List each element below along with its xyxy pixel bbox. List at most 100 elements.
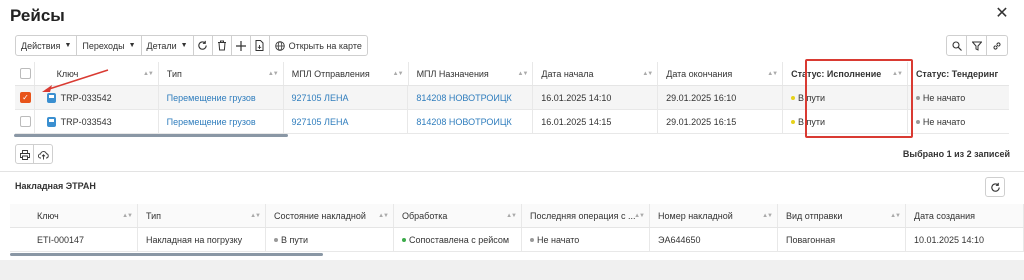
row-checkbox[interactable] — [15, 110, 35, 133]
column-label: Дата создания — [914, 210, 975, 221]
close-icon[interactable]: ✕ — [994, 6, 1010, 22]
trip-from-link[interactable]: 927105 ЛЕНА — [284, 110, 409, 133]
main-toolbar: Действия ▼ Переходы ▼ Детали ▼ Открыть на к… — [15, 35, 368, 56]
trip-to-link[interactable]: 814208 НОВОТРОИЦК — [408, 86, 534, 109]
plus-icon[interactable] — [232, 36, 251, 55]
column-header-type[interactable]: Тип ▲▼ — [159, 62, 284, 85]
sort-icon: ▲▼ — [517, 70, 529, 77]
sort-icon: ▲▼ — [250, 212, 261, 219]
page-title: Рейсы — [10, 6, 65, 25]
refresh-icon[interactable] — [985, 177, 1005, 197]
refresh-icon[interactable] — [194, 36, 213, 55]
status-dot — [791, 95, 796, 100]
table-header: Ключ ▲▼ Тип ▲▼ Состояние накладной ▲▼ Обраб… — [10, 204, 1024, 228]
trip-to-text: 814208 НОВОТРОИЦК — [416, 92, 512, 103]
actions-label: Действия — [21, 40, 61, 51]
print-icon[interactable] — [16, 145, 34, 164]
footer-area — [0, 260, 1024, 280]
column-label: Ключ — [37, 210, 59, 221]
invoice-shipment: Повагонная — [778, 228, 906, 251]
trip-key-text: TRP-033542 — [60, 92, 112, 103]
column-label: Дата окончания — [666, 68, 733, 79]
trip-start-text: 16.01.2025 14:10 — [541, 92, 612, 103]
invoice-processing: Сопоставлена с рейсом — [394, 228, 522, 251]
sort-icon: ▲▼ — [634, 212, 645, 219]
transitions-menu-button[interactable]: Переходы ▼ — [77, 36, 142, 55]
caret-down-icon: ▼ — [180, 42, 188, 49]
column-header-created[interactable]: Дата создания — [906, 204, 1024, 227]
column-header-start[interactable]: Дата начала ▲▼ — [533, 62, 659, 85]
invoice-type-text: Накладная на погрузку — [146, 234, 243, 245]
select-all-checkbox[interactable] — [15, 62, 35, 85]
sort-icon: ▲▼ — [506, 212, 517, 219]
trip-end-text: 29.01.2025 16:10 — [666, 92, 737, 103]
sort-icon: ▲▼ — [267, 70, 279, 77]
trip-type-text: Перемещение грузов — [166, 92, 256, 103]
column-header-last-op[interactable]: Последняя операция с ... ▲▼ — [522, 204, 650, 227]
trip-from-text: 927105 ЛЕНА — [291, 116, 349, 127]
annotation-arrow — [42, 69, 109, 92]
divider — [0, 171, 1024, 172]
invoice-number-text: ЭА644650 — [658, 234, 701, 245]
column-header-processing[interactable]: Обработка ▲▼ — [394, 204, 522, 227]
horizontal-scrollbar[interactable] — [14, 134, 288, 137]
sort-icon: ▲▼ — [392, 70, 404, 77]
trip-start-text: 16.01.2025 14:15 — [541, 116, 612, 127]
trip-key[interactable]: TRP-033543 — [35, 110, 159, 133]
invoice-number: ЭА644650 — [650, 228, 778, 251]
column-header-to[interactable]: МПЛ Назначения ▲▼ — [409, 62, 534, 85]
cloud-upload-icon[interactable] — [34, 145, 52, 164]
invoice-shipment-text: Повагонная — [786, 234, 836, 245]
trip-type-link[interactable]: Перемещение грузов — [159, 110, 284, 133]
trip-to-link[interactable]: 814208 НОВОТРОИЦК — [408, 110, 534, 133]
column-header-number[interactable]: Номер накладной ▲▼ — [650, 204, 778, 227]
invoice-created: 10.01.2025 14:10 — [906, 228, 1024, 251]
trip-tender-status: Не начато — [908, 110, 1009, 133]
sort-icon: ▲▼ — [642, 70, 653, 77]
actions-menu-button[interactable]: Действия ▼ — [16, 36, 78, 55]
status-text: Не начато — [922, 116, 966, 127]
status-text: Не начато — [922, 92, 966, 103]
status-dot — [915, 95, 920, 100]
row-checkbox[interactable]: ✓ — [15, 86, 35, 109]
train-icon — [46, 116, 56, 127]
column-header-from[interactable]: МПЛ Отправления ▲▼ — [284, 62, 409, 85]
trip-from-link[interactable]: 927105 ЛЕНА — [284, 86, 409, 109]
column-header-tender-status[interactable]: Статус: Тендеринг — [908, 62, 1009, 85]
train-icon — [46, 92, 56, 103]
column-header-key[interactable]: Ключ ▲▼ — [10, 204, 138, 227]
details-menu-button[interactable]: Детали ▼ — [142, 36, 194, 55]
sort-icon: ▲▼ — [762, 212, 773, 219]
table-row[interactable]: ETI-000147 Накладная на погрузку В пути … — [10, 228, 1024, 252]
open-map-button[interactable]: Открыть на карте — [270, 36, 367, 55]
trips-dialog: Рейсы ✕ Действия ▼ Переходы ▼ Детали ▼ Откр… — [0, 0, 1024, 280]
sort-icon: ▲▼ — [378, 212, 389, 219]
sort-icon: ▲▼ — [142, 70, 154, 77]
invoice-created-text: 10.01.2025 14:10 — [914, 234, 985, 245]
column-label: Тип — [146, 210, 162, 221]
status-text: В пути — [281, 234, 309, 245]
filter-icon[interactable] — [967, 36, 987, 55]
horizontal-scrollbar[interactable] — [10, 253, 323, 256]
column-header-state[interactable]: Состояние накладной ▲▼ — [266, 204, 394, 227]
document-icon[interactable] — [251, 36, 270, 55]
link-icon[interactable] — [987, 36, 1007, 55]
invoice-key[interactable]: ETI-000147 — [10, 228, 138, 251]
right-toolbar — [946, 35, 1008, 56]
trip-start: 16.01.2025 14:10 — [533, 86, 659, 109]
trip-from-text: 927105 ЛЕНА — [291, 92, 349, 103]
column-header-end[interactable]: Дата окончания ▲▼ — [658, 62, 784, 85]
status-text: Сопоставлена с рейсом — [409, 234, 510, 245]
column-label: МПЛ Отправления — [291, 68, 370, 79]
status-dot — [530, 237, 534, 242]
column-label: Обработка — [402, 210, 448, 221]
column-header-type[interactable]: Тип ▲▼ — [138, 204, 266, 227]
column-label: Статус: Тендеринг — [915, 68, 999, 79]
trip-type-link[interactable]: Перемещение грузов — [159, 86, 284, 109]
trash-icon[interactable] — [213, 36, 232, 55]
invoice-last-op: Не начато — [522, 228, 650, 251]
invoice-state: В пути — [266, 228, 394, 251]
column-header-shipment[interactable]: Вид отправки ▲▼ — [778, 204, 906, 227]
status-text: Не начато — [537, 234, 580, 245]
search-icon[interactable] — [947, 36, 967, 55]
